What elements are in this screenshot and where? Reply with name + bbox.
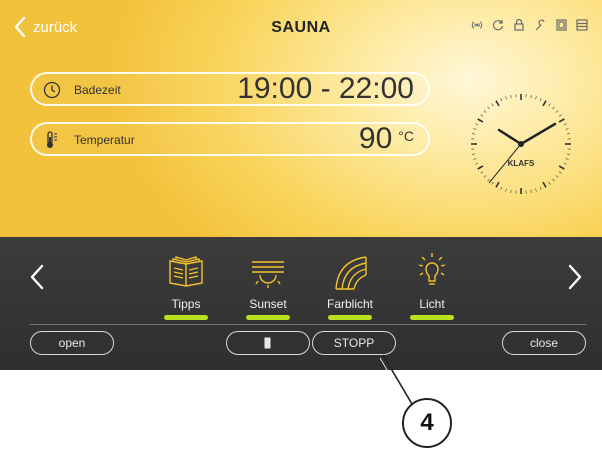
callout-leader-line [379,354,413,407]
callout-badge: 4 [402,398,452,448]
